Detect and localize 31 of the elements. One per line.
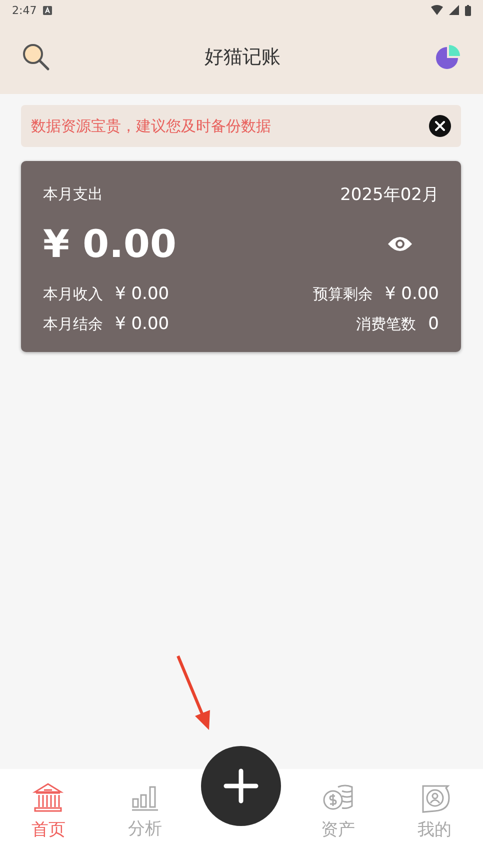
stat-value: ¥ 0.00: [115, 314, 170, 334]
close-icon: [435, 121, 445, 131]
nav-tab[interactable]: 资产: [290, 782, 386, 841]
month-label[interactable]: 2025年02月: [340, 183, 439, 206]
card-label: 本月支出: [43, 185, 103, 204]
status-time: 2:47: [12, 4, 37, 16]
expense-amount: ¥ 0.00: [43, 222, 176, 266]
notification-icon: [42, 6, 52, 14]
backup-reminder: 数据资源宝贵，建议您及时备份数据: [31, 116, 272, 136]
bank-icon: [32, 782, 64, 814]
eye-icon[interactable]: [387, 236, 413, 252]
stat-label: 预算剩余: [312, 284, 373, 304]
plus-icon: [223, 768, 259, 804]
search-icon: [22, 43, 50, 71]
stat-value: ¥ 0.00: [384, 284, 439, 304]
stat-label: 消费笔数: [356, 314, 416, 334]
app-title: 好猫记账: [204, 45, 282, 70]
close-button[interactable]: [429, 115, 451, 137]
battery-icon: [465, 4, 471, 16]
search-button[interactable]: [22, 43, 50, 71]
stat-label: 本月收入: [43, 284, 103, 304]
pie-chart-icon: [435, 44, 461, 70]
signal-icon: [449, 5, 459, 15]
statistics-button[interactable]: [435, 44, 461, 70]
nav-tab[interactable]: 我的: [386, 782, 483, 841]
stat-value: ¥ 0.00: [115, 284, 170, 304]
nav-tab[interactable]: 首页: [0, 782, 97, 841]
stat-label: 本月结余: [43, 314, 103, 334]
nav-tab[interactable]: 分析: [96, 783, 194, 840]
wifi-icon: [431, 5, 443, 15]
stat-value: 0: [428, 314, 439, 334]
